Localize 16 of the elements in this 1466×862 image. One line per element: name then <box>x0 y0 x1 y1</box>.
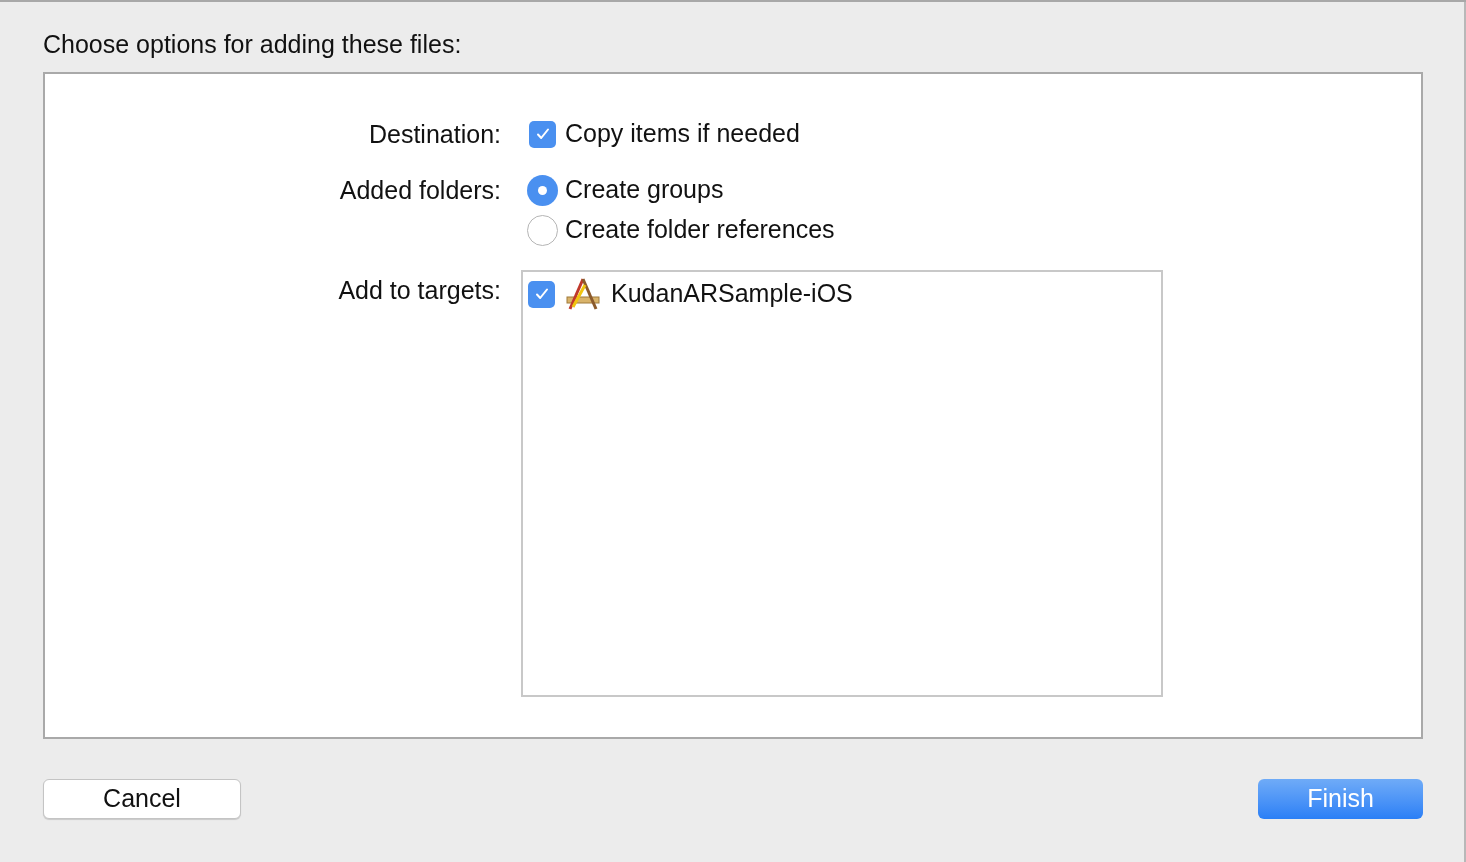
field-label: Destination: <box>367 119 501 150</box>
checkmark-icon <box>533 286 550 302</box>
checkmark-icon <box>534 126 551 142</box>
radio-button[interactable] <box>527 214 558 246</box>
cancel-button[interactable]: Cancel <box>43 779 241 819</box>
field-label: Add to targets: <box>337 275 501 306</box>
field-label: Added folders: <box>338 175 501 206</box>
checkbox[interactable] <box>529 120 556 148</box>
checkbox[interactable] <box>528 280 555 308</box>
option-label: Create folder references <box>565 214 835 246</box>
radio-button[interactable] <box>527 174 558 206</box>
dialog-heading: Choose options for adding these files: <box>43 29 463 60</box>
option-label: Copy items if needed <box>565 118 800 150</box>
target-name[interactable]: KudanARSample-iOS <box>611 275 853 313</box>
option-label: Create groups <box>565 174 724 206</box>
app-icon <box>565 277 601 311</box>
